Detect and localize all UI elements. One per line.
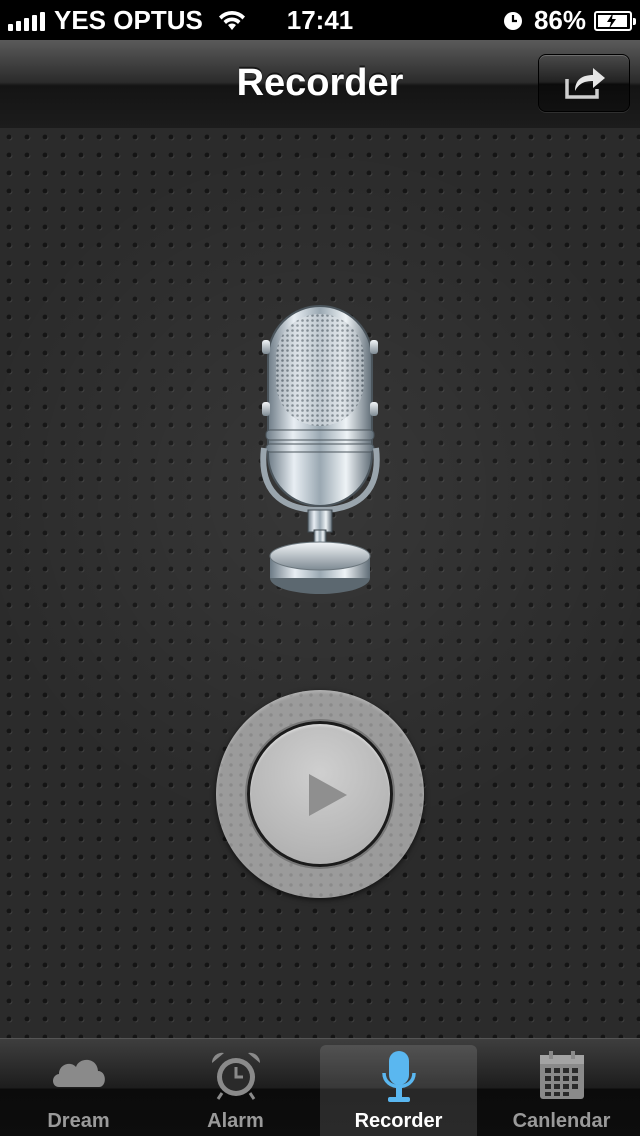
tab-label: Alarm — [207, 1110, 264, 1132]
status-right: 86% — [502, 5, 636, 36]
share-button[interactable] — [538, 54, 630, 112]
tab-dream[interactable]: Dream — [0, 1039, 157, 1136]
microphone-icon — [381, 1051, 416, 1102]
tab-label: Recorder — [354, 1110, 443, 1132]
battery-icon — [594, 10, 636, 31]
alarm-clock-icon — [211, 1052, 260, 1100]
calendar-icon — [539, 1051, 584, 1099]
battery-percent: 86% — [533, 5, 586, 35]
tab-calendar[interactable]: Canlendar — [483, 1039, 640, 1136]
tab-bar: Dream Alarm Recorder Canlendar — [0, 1038, 640, 1136]
alarm-indicator-icon — [503, 11, 522, 30]
recorder-area — [0, 128, 640, 1038]
play-icon — [309, 774, 347, 816]
microphone-icon — [260, 305, 380, 594]
screen: YES OPTUS 17:41 86% Recorder Dream Alarm… — [0, 0, 640, 1136]
cloud-icon — [52, 1059, 105, 1087]
status-bar: YES OPTUS 17:41 86% — [0, 0, 640, 40]
play-button[interactable] — [247, 721, 393, 867]
tab-alarm[interactable]: Alarm — [157, 1039, 314, 1136]
tab-recorder[interactable]: Recorder — [320, 1045, 477, 1136]
tab-label: Dream — [47, 1110, 110, 1132]
play-button-ring — [216, 690, 424, 898]
share-arrow-icon — [565, 68, 605, 99]
navigation-bar: Recorder — [0, 40, 640, 129]
tab-label: Canlendar — [512, 1110, 611, 1132]
